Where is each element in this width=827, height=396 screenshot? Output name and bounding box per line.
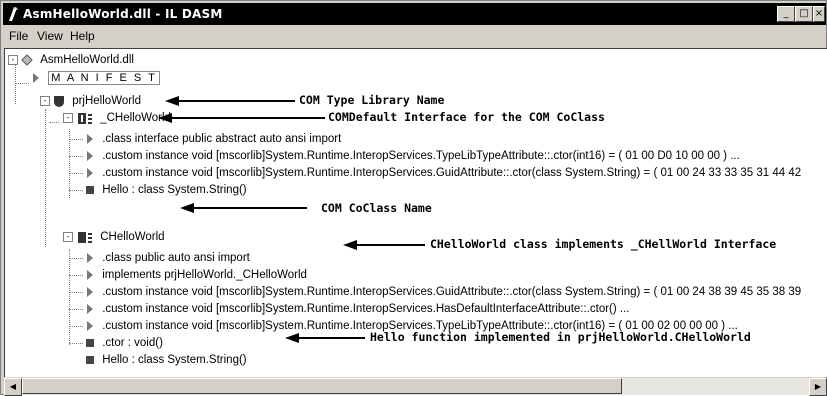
scroll-left-button[interactable]: ◀ bbox=[4, 378, 22, 396]
tree-connector bbox=[69, 275, 83, 276]
tree-node-member[interactable]: .custom instance void [mscorlib]System.R… bbox=[85, 285, 801, 299]
directive-triangle-icon bbox=[87, 321, 93, 331]
directive-triangle-icon bbox=[87, 253, 93, 263]
tree-node-member[interactable]: .custom instance void [mscorlib]System.R… bbox=[85, 302, 630, 316]
tree-connector bbox=[69, 156, 83, 157]
directive-triangle-icon bbox=[87, 134, 93, 144]
tree-connector bbox=[69, 292, 83, 293]
menu-view[interactable]: View bbox=[37, 29, 63, 43]
class-icon bbox=[78, 231, 92, 243]
tree-node-label: AsmHelloWorld.dll bbox=[40, 54, 134, 66]
annotation-default-interface: COMDefault Interface for the COM CoClass bbox=[328, 110, 605, 124]
annotation-coclass: COM CoClass Name bbox=[321, 201, 432, 215]
tree-connector bbox=[69, 258, 83, 259]
menu-help[interactable]: Help bbox=[70, 29, 95, 43]
collapse-toggle[interactable]: - bbox=[40, 96, 50, 106]
tree-node-interface[interactable]: _CHelloWorld bbox=[77, 111, 171, 125]
annotation-line bbox=[170, 117, 325, 119]
minimize-button[interactable]: _ bbox=[777, 6, 795, 22]
tree-node-member[interactable]: implements prjHelloWorld._CHelloWorld bbox=[85, 268, 307, 282]
tree-node-label: .custom instance void [mscorlib]System.R… bbox=[102, 286, 802, 298]
ildasm-window: AsmHelloWorld.dll - IL DASM _ □ × File V… bbox=[0, 0, 827, 396]
tree-node-label: .custom instance void [mscorlib]System.R… bbox=[102, 150, 740, 162]
tree-node-label: prjHelloWorld bbox=[72, 95, 142, 107]
tree-node-class[interactable]: CHelloWorld bbox=[77, 230, 165, 244]
directive-triangle-icon bbox=[87, 270, 93, 280]
manifest-triangle-icon bbox=[33, 73, 39, 83]
tree-connector bbox=[69, 309, 83, 310]
annotation-hello-function: Hello function implemented in prjHelloWo… bbox=[370, 330, 751, 344]
directive-triangle-icon bbox=[87, 168, 93, 178]
tree-connector bbox=[69, 343, 83, 344]
ildasm-app-icon bbox=[9, 7, 18, 21]
tree-connector bbox=[15, 83, 29, 84]
annotation-line bbox=[177, 100, 295, 102]
tree-node-manifest[interactable]: M A N I F E S T bbox=[31, 71, 160, 85]
title-bar[interactable]: AsmHelloWorld.dll - IL DASM _ □ × bbox=[3, 3, 826, 25]
annotation-implements: CHelloWorld class implements _CHellWorld… bbox=[430, 237, 777, 251]
collapse-toggle[interactable]: - bbox=[8, 55, 18, 65]
scrollbar-thumb[interactable] bbox=[22, 378, 622, 394]
tree-node-member[interactable]: .custom instance void [mscorlib]System.R… bbox=[85, 166, 801, 180]
annotation-line bbox=[355, 244, 425, 246]
tree-node-label: CHelloWorld bbox=[100, 231, 165, 243]
tree-node-label: Hello : class System.String() bbox=[102, 184, 247, 196]
scroll-right-button[interactable]: ▶ bbox=[809, 378, 827, 396]
maximize-button[interactable]: □ bbox=[795, 6, 813, 22]
tree-connector bbox=[69, 326, 83, 327]
tree-connector bbox=[69, 173, 83, 174]
annotation-line bbox=[192, 207, 307, 209]
interface-icon bbox=[78, 112, 92, 124]
tree-node-label: .custom instance void [mscorlib]System.R… bbox=[102, 303, 630, 315]
tree-node-member[interactable]: .class interface public abstract auto an… bbox=[85, 132, 341, 146]
tree-connector bbox=[45, 109, 46, 247]
menu-bar: File View Help bbox=[3, 26, 826, 46]
tree-node-label: M A N I F E S T bbox=[48, 71, 160, 85]
tree-connector bbox=[49, 122, 59, 123]
horizontal-scrollbar[interactable]: ◀ ▶ bbox=[4, 377, 827, 396]
collapse-toggle[interactable]: - bbox=[63, 232, 73, 242]
window-title: AsmHelloWorld.dll - IL DASM bbox=[23, 7, 223, 21]
tree-node-member[interactable]: Hello : class System.String() bbox=[85, 353, 247, 367]
annotation-line bbox=[297, 337, 365, 339]
tree-node-namespace[interactable]: prjHelloWorld bbox=[53, 94, 141, 108]
directive-triangle-icon bbox=[87, 304, 93, 314]
tree-node-member[interactable]: .ctor : void() bbox=[85, 336, 163, 350]
tree-connector bbox=[69, 190, 83, 191]
directive-triangle-icon bbox=[87, 151, 93, 161]
method-icon bbox=[86, 356, 94, 364]
assembly-diamond-icon bbox=[21, 54, 33, 66]
tree-node-label: implements prjHelloWorld._CHelloWorld bbox=[102, 269, 307, 281]
tree-node-label: .class interface public abstract auto an… bbox=[102, 133, 342, 145]
tree-node-member[interactable]: Hello : class System.String() bbox=[85, 183, 247, 197]
tree-node-label: .ctor : void() bbox=[102, 337, 163, 349]
close-button[interactable]: × bbox=[813, 6, 825, 22]
tree-node-member[interactable]: .class public auto ansi import bbox=[85, 251, 250, 265]
collapse-toggle[interactable]: - bbox=[63, 113, 73, 123]
tree-connector bbox=[69, 249, 70, 345]
method-icon bbox=[86, 186, 94, 194]
tree-node-label: .custom instance void [mscorlib]System.R… bbox=[102, 167, 802, 179]
il-tree-view[interactable]: - - - - AsmHelloWorld.dll M A N I F E S … bbox=[4, 48, 827, 377]
tree-node-member[interactable]: .custom instance void [mscorlib]System.R… bbox=[85, 149, 740, 163]
menu-file[interactable]: File bbox=[9, 29, 28, 43]
tree-node-label: .class public auto ansi import bbox=[102, 252, 250, 264]
tree-node-root[interactable]: AsmHelloWorld.dll bbox=[21, 53, 134, 67]
tree-connector bbox=[69, 139, 83, 140]
annotation-type-library: COM Type Library Name bbox=[299, 93, 445, 107]
tree-node-label: Hello : class System.String() bbox=[102, 354, 247, 366]
method-icon bbox=[86, 339, 94, 347]
directive-triangle-icon bbox=[87, 287, 93, 297]
namespace-shield-icon bbox=[54, 95, 64, 107]
